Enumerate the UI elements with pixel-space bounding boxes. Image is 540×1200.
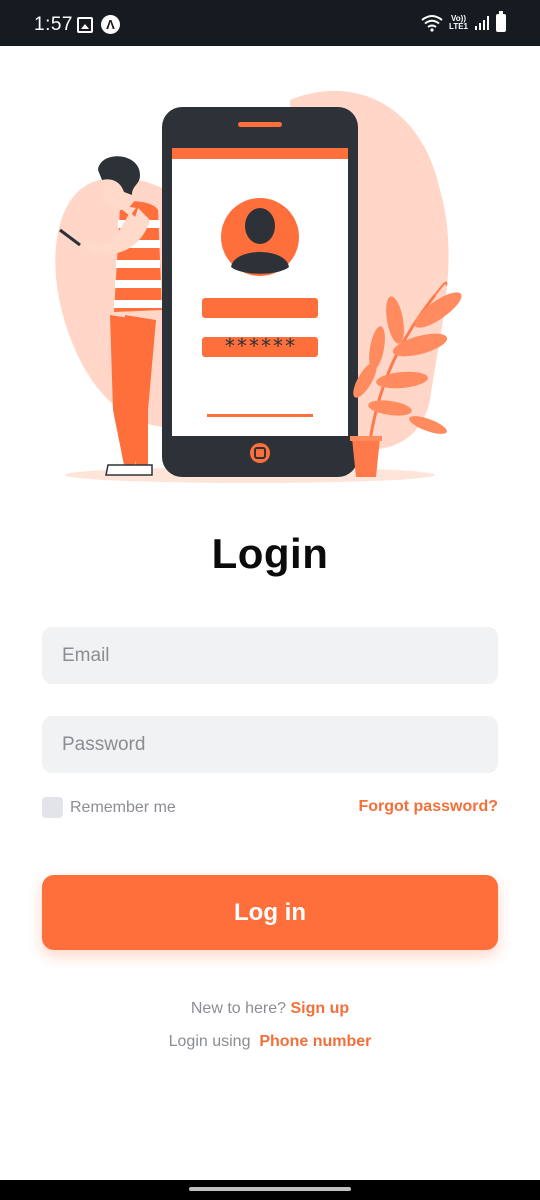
phone-home-button xyxy=(250,443,270,463)
screen-password-dots: ****** xyxy=(224,334,296,358)
new-here-text: New to here? xyxy=(190,1000,287,1017)
battery-icon xyxy=(496,11,506,32)
lte-label: LTE1 xyxy=(449,22,468,31)
phone-login-prompt: Login using Phone number xyxy=(0,1033,540,1051)
login-using-text: Login using xyxy=(168,1033,251,1050)
signal-icon xyxy=(475,16,489,30)
status-right-icons: Vo)) LTE1 xyxy=(421,11,506,32)
phone-screen xyxy=(172,148,348,436)
phone-speaker xyxy=(238,122,282,127)
nav-app-icon: Λ xyxy=(101,15,120,34)
signup-prompt: New to here? Sign up xyxy=(0,1000,540,1018)
sign-up-link[interactable]: Sign up xyxy=(290,1000,349,1017)
login-button[interactable]: Log in xyxy=(42,875,498,950)
phone-number-link[interactable]: Phone number xyxy=(259,1033,371,1050)
email-field[interactable] xyxy=(42,627,498,684)
status-left-icons: Λ xyxy=(77,15,120,34)
plant-pot xyxy=(352,438,380,477)
navigation-bar xyxy=(0,1180,540,1200)
password-field[interactable] xyxy=(42,716,498,773)
status-time: 1:57 xyxy=(34,14,73,35)
gallery-icon xyxy=(77,16,93,33)
forgot-password-link[interactable]: Forgot password? xyxy=(358,798,498,816)
remember-me-toggle[interactable]: Remember me xyxy=(42,797,176,818)
home-gesture-pill[interactable] xyxy=(189,1187,351,1191)
wifi-icon xyxy=(421,15,443,32)
remember-me-label: Remember me xyxy=(70,798,176,816)
screen-bottom-line xyxy=(207,414,313,417)
login-illustration: ****** xyxy=(55,90,462,483)
remember-me-checkbox[interactable] xyxy=(42,797,63,818)
page-title: Login xyxy=(211,530,329,577)
screen-username-field xyxy=(202,298,318,318)
phone-screen-topbar xyxy=(172,148,348,159)
status-bar: 1:57 Λ Vo)) LTE1 xyxy=(0,0,540,46)
volte-icon: Vo)) LTE1 xyxy=(449,15,468,31)
